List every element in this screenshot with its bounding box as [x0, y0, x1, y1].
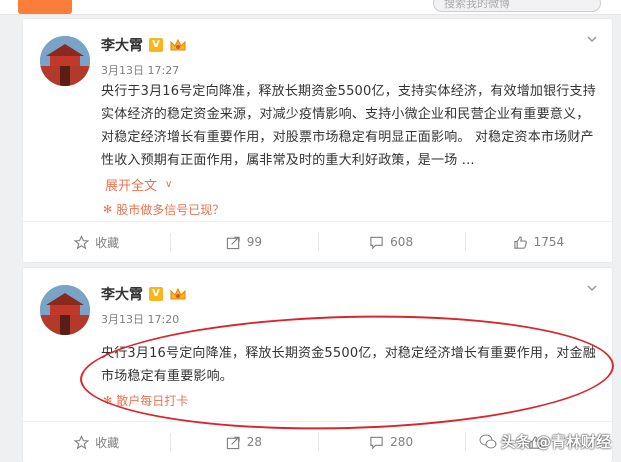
thumbs-up-icon: [513, 235, 527, 249]
chevron-down-icon[interactable]: [586, 33, 598, 45]
crown-icon: [170, 287, 186, 300]
verified-v-icon: V: [149, 287, 163, 301]
comment-count: 280: [390, 435, 414, 449]
watermark: 头条 @青林财经: [479, 431, 611, 452]
star-icon: [74, 234, 90, 250]
top-nav-bar: 搜索我的微博: [0, 0, 621, 15]
repost-count: 99: [246, 235, 263, 249]
expand-label: 展开全文: [105, 179, 158, 194]
expand-button[interactable]: 展开全文 ∨: [105, 175, 172, 194]
topic-link[interactable]: ✻ 股市做多信号已现？: [103, 201, 224, 218]
post-time[interactable]: 3月13日 17:20: [101, 311, 179, 327]
repost-icon: [226, 236, 240, 249]
repost-icon: [226, 436, 240, 449]
crown-icon: [170, 38, 186, 51]
repost-button[interactable]: 99: [170, 222, 317, 262]
chevron-down-icon: ∨: [165, 179, 173, 190]
verified-v-icon: V: [149, 38, 163, 52]
comment-button[interactable]: 608: [317, 222, 465, 262]
author-name[interactable]: 李大霄: [101, 284, 143, 304]
wechat-icon: [479, 434, 497, 448]
author-name[interactable]: 李大霄: [101, 35, 143, 55]
star-icon: [74, 434, 90, 450]
collect-button[interactable]: 收藏: [23, 222, 170, 262]
comment-icon: [370, 436, 383, 449]
search-input[interactable]: 搜索我的微博: [433, 0, 601, 12]
comment-icon: [370, 236, 383, 249]
topic-flower-icon: ✻: [103, 203, 113, 216]
comment-count: 608: [390, 235, 414, 249]
avatar[interactable]: [40, 36, 90, 86]
action-bar: 收藏 99 608 1754: [23, 221, 612, 262]
weibo-post: 李大霄 V 3月13日 17:27 央行于3月16号定向降准，释放长期资金550…: [23, 19, 612, 262]
post-time[interactable]: 3月13日 17:27: [101, 62, 179, 78]
chevron-down-icon[interactable]: [586, 282, 598, 294]
tab-all[interactable]: [18, 0, 72, 14]
collect-button[interactable]: 收藏: [23, 422, 170, 462]
collect-label: 收藏: [95, 435, 120, 450]
topic-label: 股市做多信号已现？: [116, 203, 225, 217]
repost-count: 28: [246, 435, 263, 449]
like-count: 1754: [533, 235, 565, 249]
post-text: 央行于3月16号定向降准，释放长期资金5500亿，支持实体经济，有效增加银行支持…: [101, 84, 596, 168]
like-button[interactable]: 1754: [464, 222, 612, 262]
watermark-text: 头条 @青林财经: [500, 433, 611, 451]
avatar[interactable]: [40, 285, 90, 335]
collect-label: 收藏: [95, 235, 120, 250]
